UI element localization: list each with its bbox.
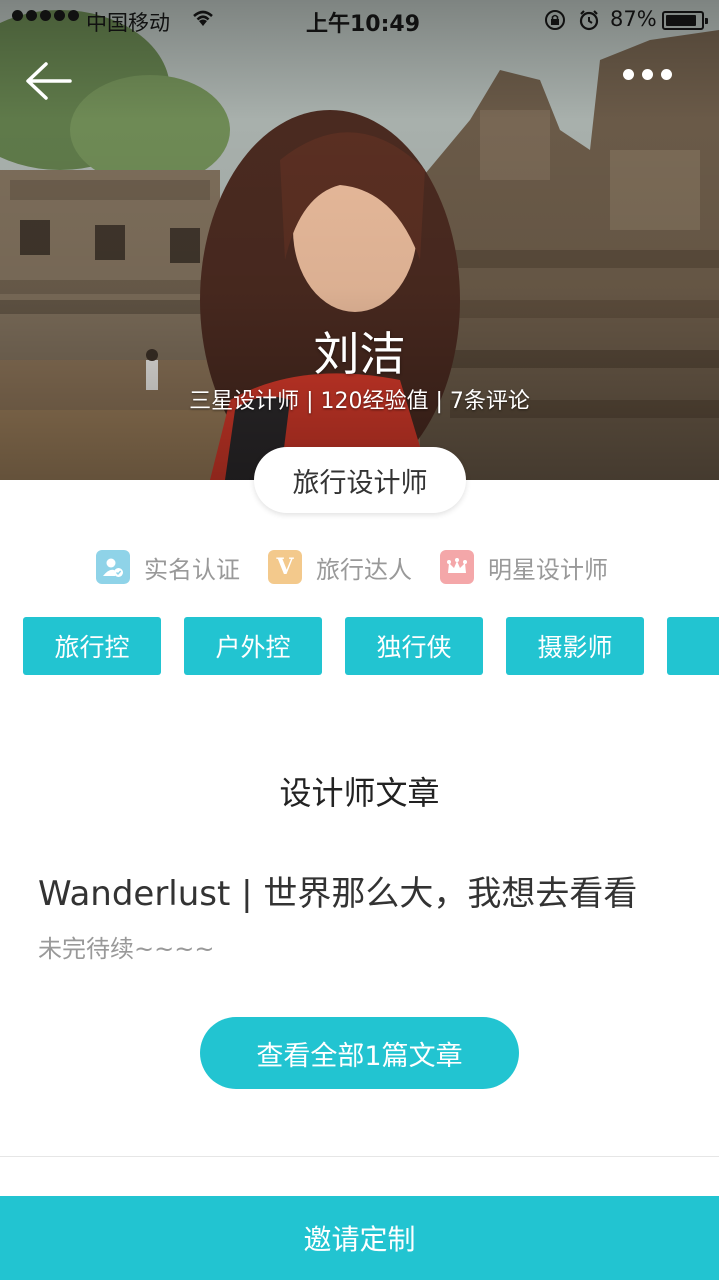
article-subtitle: 未完待续~~~~ — [38, 935, 215, 963]
article-title[interactable]: Wanderlust | 世界那么大，我想去看看 — [38, 866, 698, 915]
badge-label: 明星设计师 — [488, 555, 608, 584]
clock: 上午10:49 — [306, 12, 421, 37]
designer-name: 刘洁 — [313, 327, 406, 381]
verified-user-icon — [96, 550, 130, 584]
certification-badges: 实名认证 V 旅行达人 明星设计师 — [96, 547, 636, 587]
tag-item[interactable]: 摄影师 — [506, 617, 644, 675]
badge-label: 旅行达人 — [316, 555, 412, 584]
rotation-lock-icon — [545, 10, 565, 30]
tag-item[interactable]: 户外控 — [184, 617, 322, 675]
wifi-icon — [193, 10, 213, 26]
badge-verified: 实名认证 — [96, 550, 240, 585]
invite-custom-button[interactable]: 邀请定制 — [0, 1196, 719, 1280]
status-bar: 中国移动 上午10:49 87% — [0, 0, 719, 40]
badge-label: 实名认证 — [144, 555, 240, 584]
designer-tags[interactable]: 旅行控户外控独行侠摄影师自 — [23, 617, 719, 675]
cell-signal-icon — [12, 10, 79, 21]
badge-travel-expert: V 旅行达人 — [268, 550, 412, 585]
alarm-icon — [579, 10, 599, 31]
back-arrow-icon[interactable] — [22, 58, 74, 104]
crown-icon — [440, 550, 474, 584]
v-badge-icon: V — [268, 550, 302, 584]
tag-item[interactable]: 独行侠 — [345, 617, 483, 675]
profile-hero: 中国移动 上午10:49 87% 刘洁 三星设计师 | 120经验值 | 7条评… — [0, 0, 719, 480]
tag-item[interactable]: 自 — [667, 617, 719, 675]
view-all-articles-button[interactable]: 查看全部1篇文章 — [200, 1017, 519, 1089]
designer-role-badge: 旅行设计师 — [254, 447, 466, 513]
designer-stats: 三星设计师 | 120经验值 | 7条评论 — [189, 389, 530, 414]
battery-icon — [662, 11, 708, 30]
articles-section-title: 设计师文章 — [279, 774, 440, 812]
tag-item[interactable]: 旅行控 — [23, 617, 161, 675]
divider — [0, 1156, 719, 1157]
battery-percent: 87% — [610, 7, 657, 31]
badge-star-designer: 明星设计师 — [440, 550, 608, 585]
carrier-name: 中国移动 — [86, 11, 170, 35]
more-dots-icon[interactable] — [614, 62, 680, 86]
